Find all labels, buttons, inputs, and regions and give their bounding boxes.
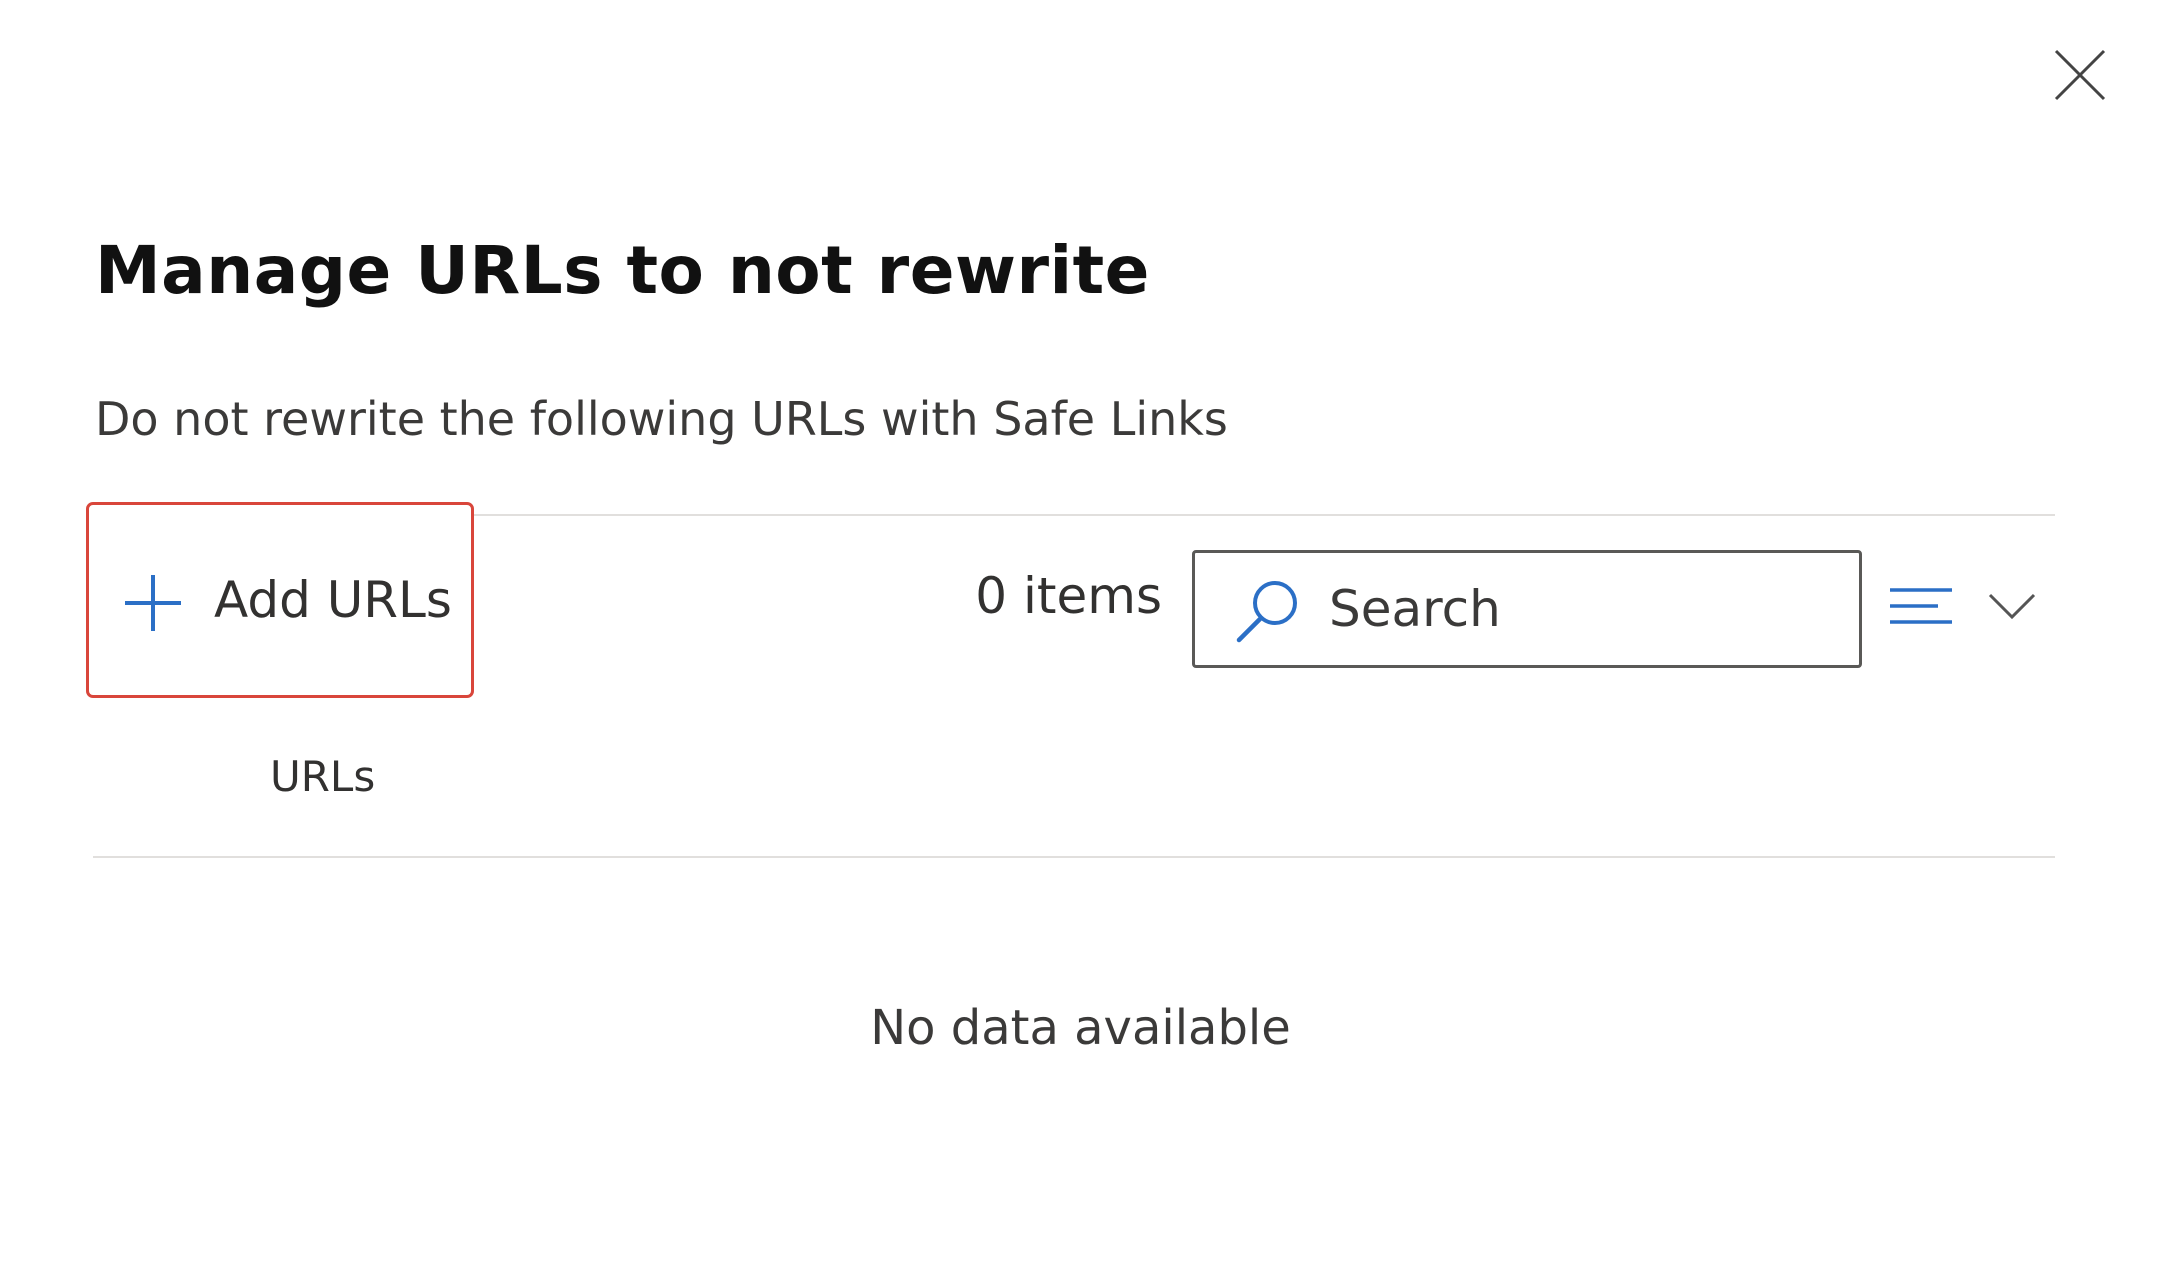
column-header-urls[interactable]: URLs <box>270 752 375 801</box>
header-divider <box>93 856 2055 858</box>
search-input[interactable] <box>1329 569 1839 649</box>
close-button[interactable] <box>2045 40 2115 110</box>
add-urls-button[interactable]: Add URLs <box>86 502 474 698</box>
panel-description: Do not rewrite the following URLs with S… <box>95 392 1228 446</box>
search-box[interactable] <box>1192 550 1862 668</box>
filter-lines-icon <box>1890 588 1952 624</box>
filter-button[interactable] <box>1886 560 2046 656</box>
add-urls-label: Add URLs <box>214 571 452 629</box>
item-count: 0 items <box>975 567 1162 625</box>
search-icon <box>1236 581 1297 643</box>
empty-state-message: No data available <box>870 1000 1291 1056</box>
plus-icon <box>125 575 181 631</box>
close-icon <box>2054 49 2106 101</box>
chevron-down-icon <box>1988 593 2036 620</box>
panel-title: Manage URLs to not rewrite <box>95 232 1150 309</box>
